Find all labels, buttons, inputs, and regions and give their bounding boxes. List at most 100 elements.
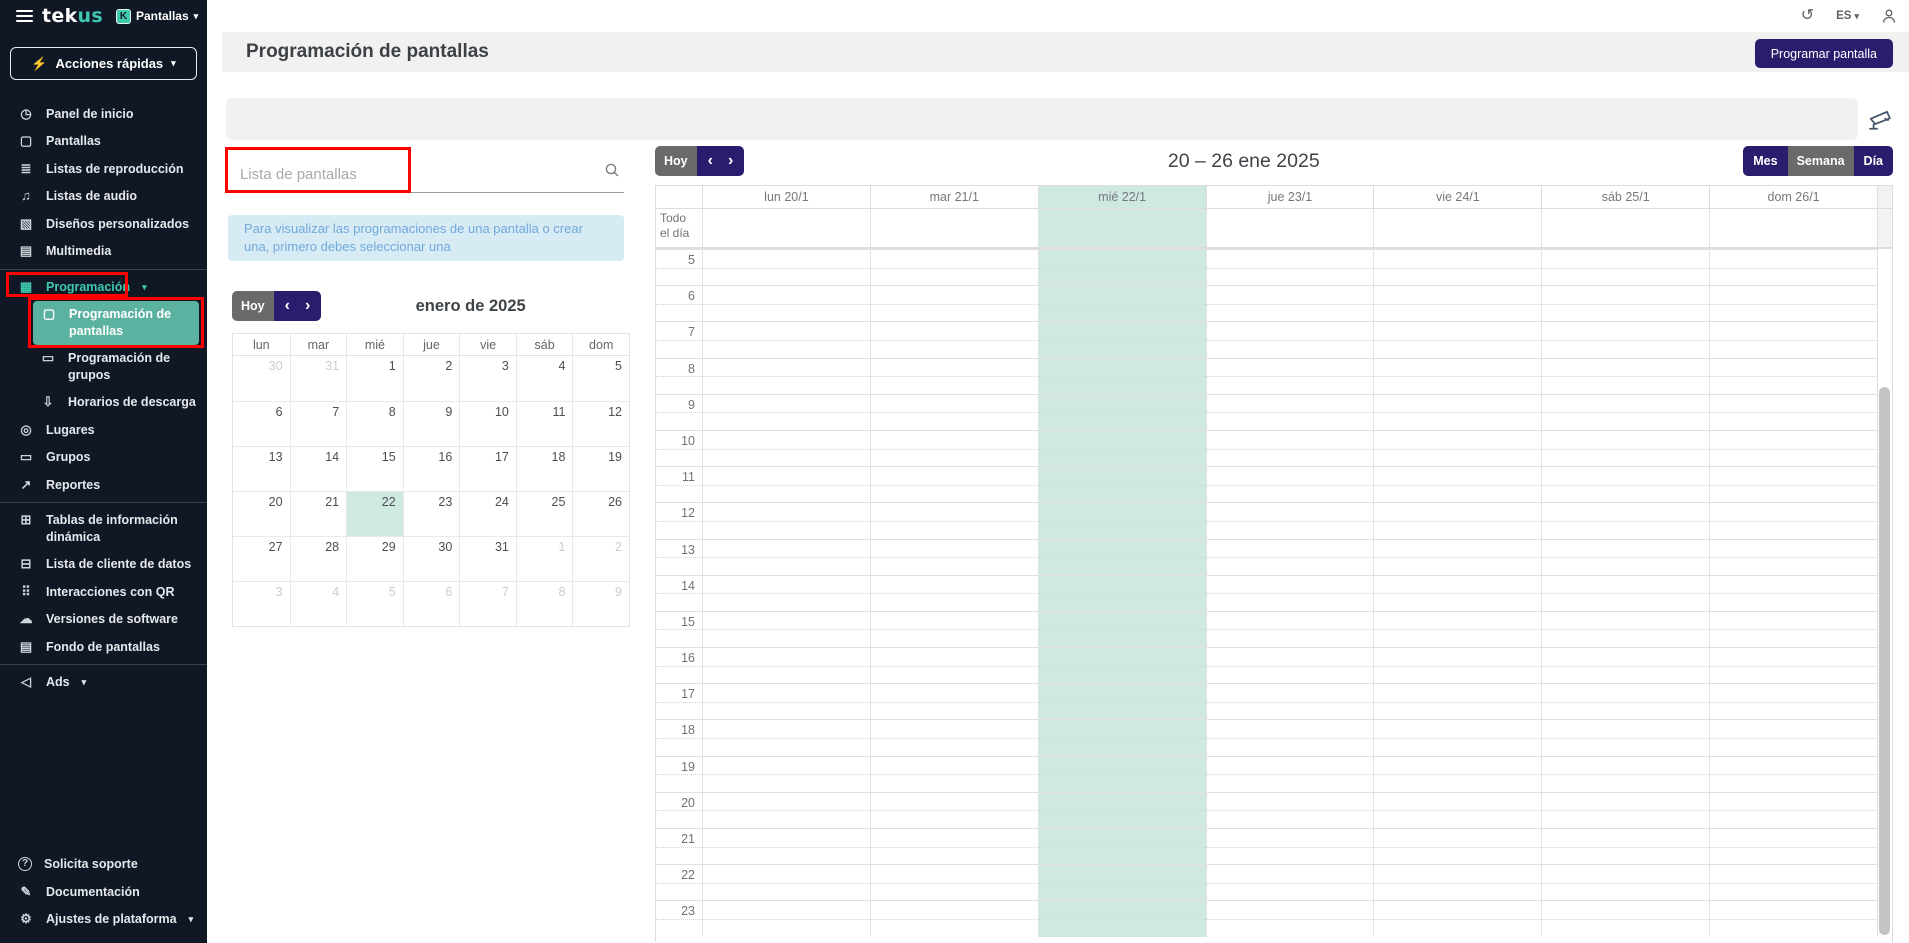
week-time-slot[interactable]	[1206, 285, 1374, 321]
mini-calendar-day[interactable]: 19	[572, 446, 629, 491]
week-time-slot[interactable]	[1038, 394, 1206, 430]
week-time-slot[interactable]	[702, 502, 870, 538]
menu-toggle-icon[interactable]	[16, 10, 33, 22]
week-time-slot[interactable]	[870, 719, 1038, 755]
mini-calendar-day[interactable]: 3	[233, 581, 290, 626]
week-time-slot[interactable]	[1541, 502, 1709, 538]
context-switcher[interactable]: K Pantallas ▾	[116, 9, 198, 24]
week-time-slot[interactable]	[1038, 792, 1206, 828]
week-time-slot[interactable]	[702, 575, 870, 611]
week-time-slot[interactable]	[1709, 466, 1877, 502]
mini-calendar-day[interactable]: 28	[290, 536, 347, 581]
schedule-screen-button[interactable]: Programar pantalla	[1755, 39, 1893, 68]
week-time-slot[interactable]	[702, 900, 870, 936]
week-time-slot[interactable]	[1038, 430, 1206, 466]
week-time-slot[interactable]	[1206, 683, 1374, 719]
user-icon[interactable]	[1881, 8, 1897, 24]
sidebar-item-horarios-de-descarga[interactable]: ⇩Horarios de descarga	[0, 389, 207, 417]
sidebar-item-lista-de-cliente-de-datos[interactable]: ⊟Lista de cliente de datos	[0, 551, 207, 579]
mini-calendar-day[interactable]: 15	[346, 446, 403, 491]
mini-calendar-day[interactable]: 2	[572, 536, 629, 581]
week-time-slot[interactable]	[1373, 647, 1541, 683]
mini-calendar-day[interactable]: 18	[516, 446, 573, 491]
week-time-slot[interactable]	[1206, 502, 1374, 538]
prev-icon[interactable]: ‹	[285, 298, 290, 314]
week-time-slot[interactable]	[1541, 864, 1709, 900]
week-time-slot[interactable]	[1541, 756, 1709, 792]
week-time-slot[interactable]	[1038, 611, 1206, 647]
week-time-slot[interactable]	[1038, 683, 1206, 719]
week-time-slot[interactable]	[1206, 756, 1374, 792]
week-time-slot[interactable]	[702, 539, 870, 575]
mini-calendar-day[interactable]: 13	[233, 446, 290, 491]
week-time-slot[interactable]	[702, 394, 870, 430]
week-time-slot[interactable]	[1373, 792, 1541, 828]
history-icon[interactable]: ↺	[1801, 8, 1814, 24]
week-day-header[interactable]: vie 24/1	[1373, 186, 1541, 208]
mini-calendar-day[interactable]: 8	[516, 581, 573, 626]
week-time-slot[interactable]	[870, 539, 1038, 575]
all-day-cell[interactable]	[1541, 209, 1709, 247]
all-day-cell[interactable]	[1206, 209, 1374, 247]
week-time-slot[interactable]	[1541, 611, 1709, 647]
week-time-slot[interactable]	[870, 647, 1038, 683]
week-time-slot[interactable]	[1709, 502, 1877, 538]
week-time-slot[interactable]	[1038, 575, 1206, 611]
week-day-header[interactable]: mar 21/1	[870, 186, 1038, 208]
week-time-slot[interactable]	[1038, 285, 1206, 321]
week-time-slot[interactable]	[1709, 719, 1877, 755]
mini-calendar-day[interactable]: 30	[233, 356, 290, 401]
sidebar-item-solicita-soporte[interactable]: ?Solicita soporte	[0, 851, 207, 879]
mini-calendar-day[interactable]: 29	[346, 536, 403, 581]
week-time-slot[interactable]	[1373, 249, 1541, 285]
mini-calendar-day[interactable]: 21	[290, 491, 347, 536]
week-time-slot[interactable]	[1373, 900, 1541, 936]
week-day-header[interactable]: jue 23/1	[1206, 186, 1374, 208]
week-time-slot[interactable]	[1038, 864, 1206, 900]
scrollbar-thumb[interactable]	[1879, 387, 1890, 935]
mini-calendar-day[interactable]: 12	[572, 401, 629, 446]
week-time-slot[interactable]	[702, 792, 870, 828]
mini-calendar-day[interactable]: 6	[403, 581, 460, 626]
week-time-slot[interactable]	[1541, 539, 1709, 575]
week-time-slot[interactable]	[1206, 430, 1374, 466]
week-time-slot[interactable]	[1038, 502, 1206, 538]
week-time-slot[interactable]	[702, 828, 870, 864]
week-time-slot[interactable]	[1038, 719, 1206, 755]
sidebar-item-interacciones-con-qr[interactable]: ⠿Interacciones con QR	[0, 578, 207, 606]
week-time-slot[interactable]	[1541, 792, 1709, 828]
sidebar-item-ads[interactable]: ◁Ads▾	[0, 669, 207, 697]
week-time-slot[interactable]	[1709, 321, 1877, 357]
week-time-slot[interactable]	[1709, 647, 1877, 683]
next-icon[interactable]: ›	[305, 298, 310, 314]
mini-calendar-day[interactable]: 27	[233, 536, 290, 581]
mini-calendar-day[interactable]: 17	[459, 446, 516, 491]
week-time-slot[interactable]	[1709, 611, 1877, 647]
week-time-slot[interactable]	[1038, 828, 1206, 864]
week-time-slot[interactable]	[870, 249, 1038, 285]
week-time-slot[interactable]	[1373, 756, 1541, 792]
week-time-slot[interactable]	[1206, 864, 1374, 900]
sidebar-item-ajustes-de-plataforma[interactable]: ⚙Ajustes de plataforma▾	[0, 906, 207, 934]
week-time-slot[interactable]	[1373, 611, 1541, 647]
sidebar-item-panel-de-inicio[interactable]: ◷Panel de inicio	[0, 100, 207, 128]
week-time-slot[interactable]	[870, 321, 1038, 357]
week-time-slot[interactable]	[1709, 792, 1877, 828]
week-day-header[interactable]: sáb 25/1	[1541, 186, 1709, 208]
mini-calendar-day[interactable]: 2	[403, 356, 460, 401]
week-time-slot[interactable]	[702, 321, 870, 357]
week-time-slot[interactable]	[1373, 864, 1541, 900]
week-time-slot[interactable]	[1038, 756, 1206, 792]
week-time-slot[interactable]	[702, 864, 870, 900]
week-day-header[interactable]: lun 20/1	[702, 186, 870, 208]
view-button-semana[interactable]: Semana	[1788, 146, 1854, 176]
mini-calendar-day[interactable]: 9	[403, 401, 460, 446]
week-time-slot[interactable]	[1206, 466, 1374, 502]
week-time-slot[interactable]	[1709, 249, 1877, 285]
mini-calendar-day[interactable]: 11	[516, 401, 573, 446]
week-time-slot[interactable]	[1541, 683, 1709, 719]
all-day-cell[interactable]	[1709, 209, 1877, 247]
mini-calendar-day[interactable]: 9	[572, 581, 629, 626]
week-time-slot[interactable]	[1206, 539, 1374, 575]
week-time-slot[interactable]	[702, 358, 870, 394]
